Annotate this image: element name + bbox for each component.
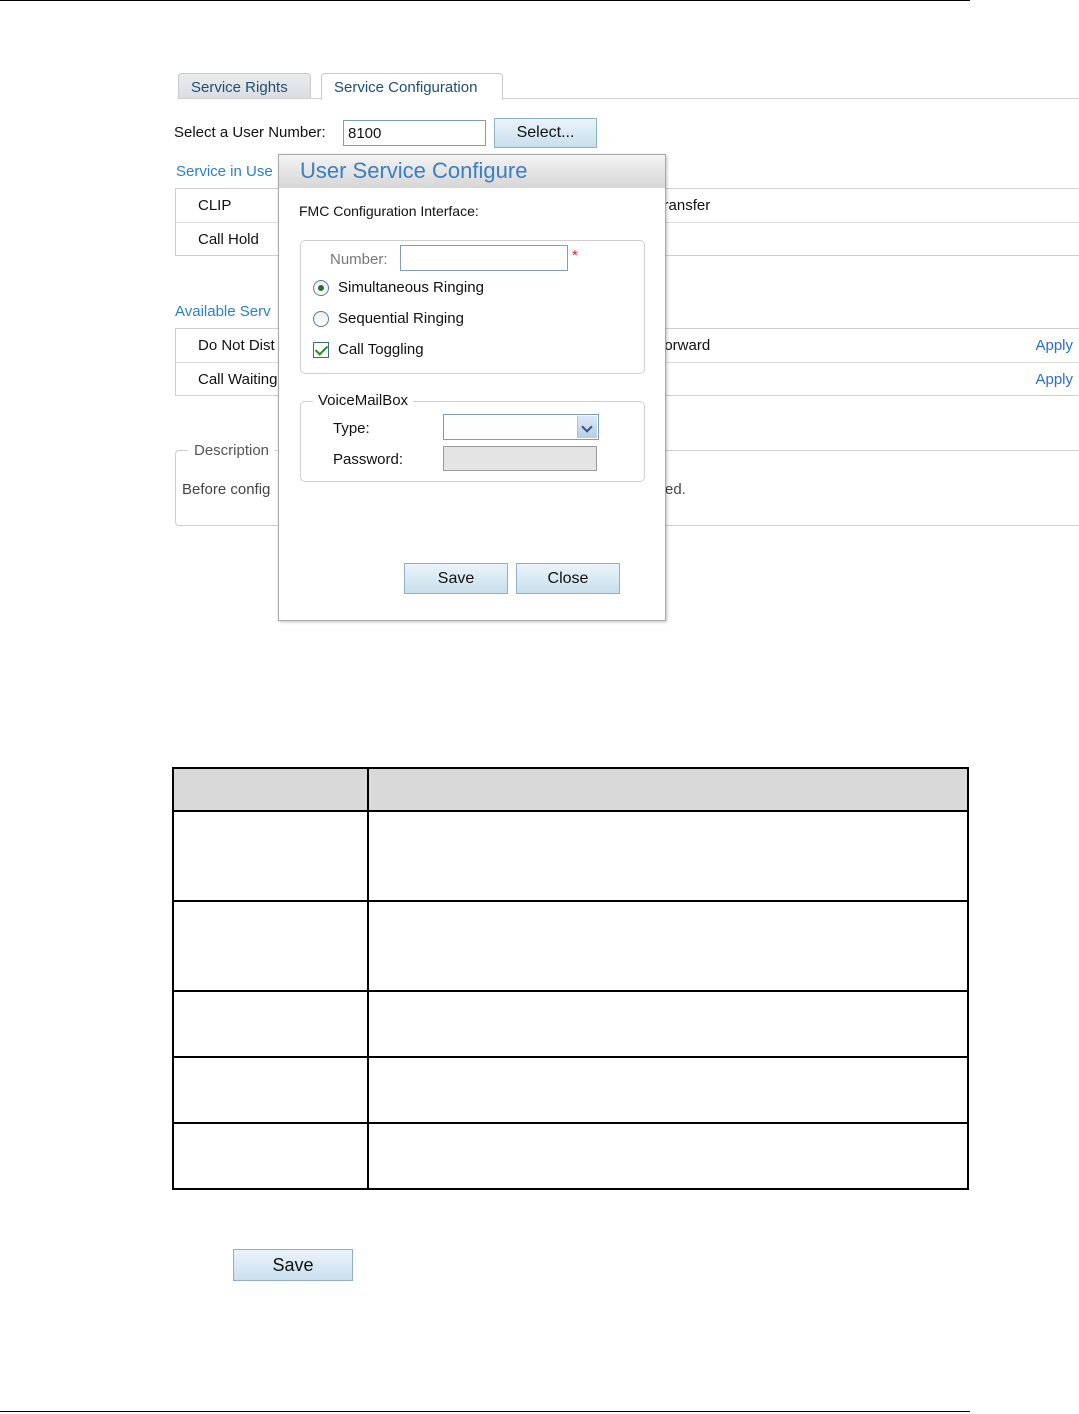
type-select[interactable] xyxy=(443,414,599,440)
fmc-config-label: FMC Configuration Interface: xyxy=(299,203,479,219)
description-text: Before config xyxy=(182,481,271,498)
table-cell xyxy=(172,1056,369,1124)
description-text-tail: ed. xyxy=(665,481,686,498)
table-cell xyxy=(367,1122,969,1190)
radio-unselected-icon[interactable] xyxy=(313,311,329,327)
table-cell xyxy=(172,990,369,1058)
service-name: Call Waiting xyxy=(198,371,278,388)
user-service-configure-dialog: User Service Configure FMC Configuration… xyxy=(278,154,666,621)
dialog-title: User Service Configure xyxy=(300,158,528,183)
user-number-label: Select a User Number: xyxy=(174,124,326,141)
call-toggling-label: Call Toggling xyxy=(338,341,424,358)
service-name: Call Hold xyxy=(198,231,259,248)
description-legend: Description xyxy=(188,442,276,459)
password-label: Password: xyxy=(333,451,404,468)
voicemailbox-legend: VoiceMailBox xyxy=(313,392,414,409)
checkbox-checked-icon[interactable] xyxy=(313,342,329,358)
apply-link[interactable]: Apply xyxy=(1035,371,1073,388)
voicemailbox-group: VoiceMailBox Type: Password: xyxy=(300,392,645,482)
table-cell xyxy=(367,990,969,1058)
chevron-down-icon[interactable] xyxy=(577,416,597,438)
table-header-row xyxy=(172,767,969,812)
dialog-header[interactable]: User Service Configure xyxy=(279,155,665,188)
table-row xyxy=(172,810,969,902)
save-button[interactable]: Save xyxy=(233,1249,353,1281)
tab-service-configuration[interactable]: Service Configuration xyxy=(321,73,503,100)
number-input[interactable] xyxy=(400,245,568,271)
required-mark: * xyxy=(572,247,578,264)
service-in-use-title: Service in Use xyxy=(176,163,273,180)
available-services-title: Available Serv xyxy=(175,303,271,320)
table-cell xyxy=(367,810,969,902)
table-row xyxy=(172,1122,969,1190)
table-cell xyxy=(172,810,369,902)
number-label: Number: xyxy=(330,251,388,268)
footer-rule xyxy=(0,1411,970,1412)
table-cell xyxy=(172,1122,369,1190)
table-row xyxy=(172,990,969,1058)
dialog-close-button[interactable]: Close xyxy=(516,563,620,594)
service-name: CLIP xyxy=(198,197,232,214)
type-label: Type: xyxy=(333,420,370,437)
parameter-table xyxy=(172,767,969,1190)
select-button[interactable]: Select... xyxy=(494,118,597,148)
table-cell xyxy=(172,900,369,992)
table-row xyxy=(172,1056,969,1124)
tab-service-rights[interactable]: Service Rights xyxy=(178,73,311,99)
table-cell xyxy=(367,900,969,992)
radio-selected-icon[interactable] xyxy=(313,280,329,296)
service-name: Do Not Dist xyxy=(198,337,275,354)
table-cell xyxy=(367,1056,969,1124)
password-field xyxy=(443,446,597,471)
sequential-ringing-label: Sequential Ringing xyxy=(338,310,464,327)
user-number-input[interactable] xyxy=(343,120,486,146)
table-row xyxy=(172,900,969,992)
apply-link[interactable]: Apply xyxy=(1035,337,1073,354)
simultaneous-ringing-label: Simultaneous Ringing xyxy=(338,279,484,296)
tab-baseline xyxy=(178,98,1079,99)
header-rule xyxy=(0,0,970,1)
table-header-cell xyxy=(367,767,969,812)
table-header-cell xyxy=(172,767,369,812)
dialog-save-button[interactable]: Save xyxy=(404,563,508,594)
